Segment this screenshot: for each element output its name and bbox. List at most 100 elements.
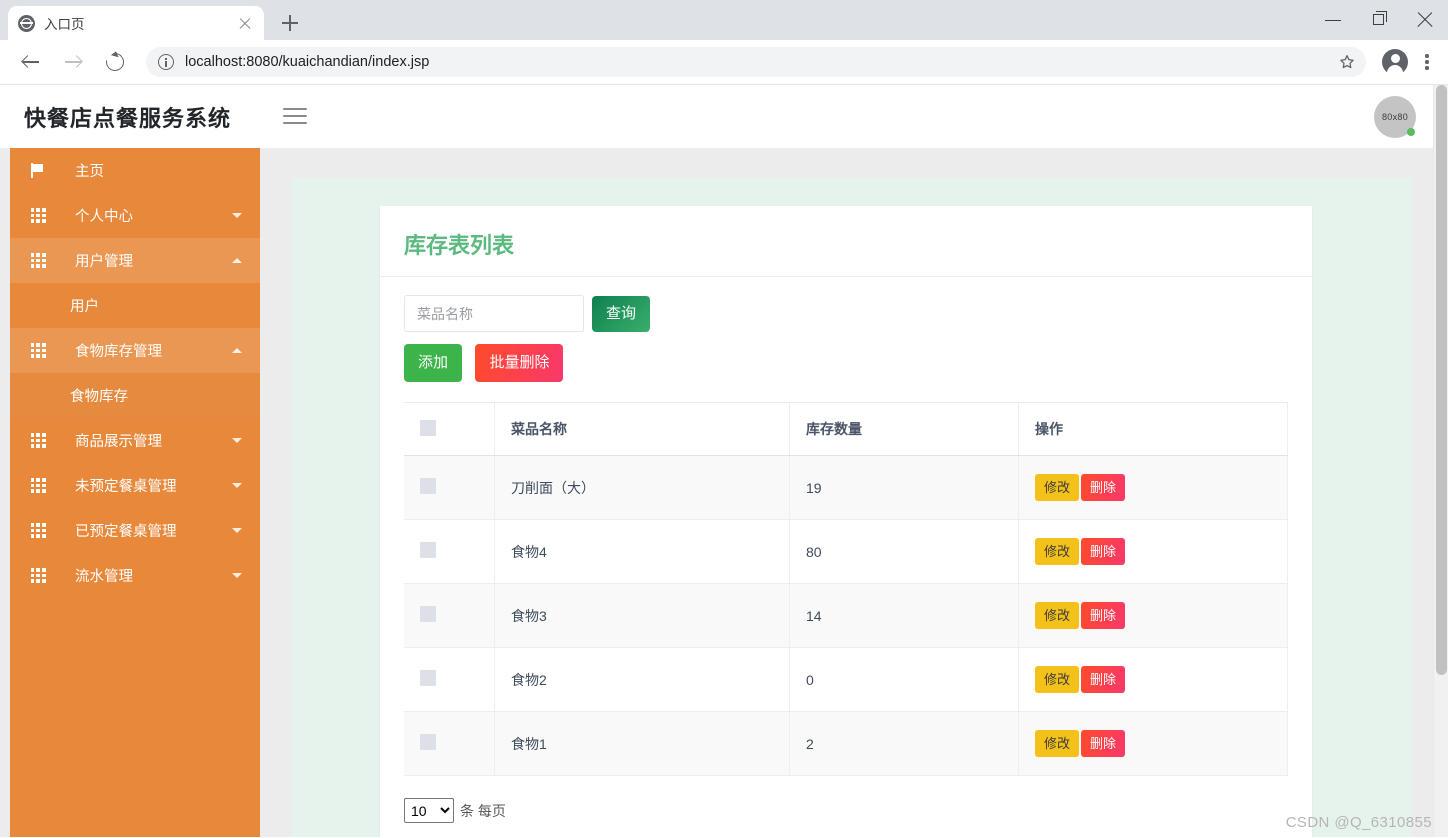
sidebar-subitem-user[interactable]: 用户 bbox=[10, 283, 260, 328]
sidebar-item-transaction-management[interactable]: 流水管理 bbox=[10, 553, 260, 598]
batch-delete-button[interactable]: 批量删除 bbox=[475, 344, 564, 382]
address-bar[interactable]: localhost:8080/kuaichandian/index.jsp bbox=[146, 47, 1366, 77]
table-header-actions: 操作 bbox=[1018, 402, 1288, 456]
sidebar-item-reserved-table-management[interactable]: 已预定餐桌管理 bbox=[10, 508, 260, 553]
sidebar-item-unreserved-table-management[interactable]: 未预定餐桌管理 bbox=[10, 463, 260, 508]
table-row: 食物1 2 修改 删除 bbox=[404, 711, 1288, 776]
edit-button[interactable]: 修改 bbox=[1035, 602, 1080, 629]
minimize-icon[interactable] bbox=[1310, 0, 1356, 40]
row-quantity-cell: 0 bbox=[789, 647, 1019, 712]
chevron-down-icon bbox=[232, 573, 242, 578]
globe-icon bbox=[18, 14, 35, 32]
table-head: 菜品名称 库存数量 操作 bbox=[404, 402, 1288, 456]
left-gutter bbox=[0, 148, 10, 837]
table-row: 食物3 14 修改 删除 bbox=[404, 583, 1288, 648]
pagination: 1 bbox=[380, 823, 1312, 837]
action-row: 添加 批量删除 bbox=[404, 332, 1288, 382]
watermark: CSDN @Q_6310855 bbox=[1285, 814, 1432, 831]
table-body: 刀削面（大） 19 修改 删除 食物4 80 修改 删除 食物3 14 修改 删… bbox=[404, 455, 1288, 776]
edit-button[interactable]: 修改 bbox=[1035, 474, 1080, 501]
row-actions-cell: 修改 删除 bbox=[1018, 519, 1288, 584]
sidebar-item-label: 用户管理 bbox=[75, 254, 133, 270]
row-checkbox[interactable] bbox=[420, 606, 436, 622]
row-quantity-cell: 14 bbox=[789, 583, 1019, 648]
table-row: 刀削面（大） 19 修改 删除 bbox=[404, 455, 1288, 520]
table-header-quantity: 库存数量 bbox=[789, 402, 1019, 456]
delete-button[interactable]: 删除 bbox=[1081, 666, 1126, 693]
scrollbar-thumb[interactable] bbox=[1436, 85, 1447, 675]
page-body: 主页 个人中心 用户管理 用户 食物库存管理 食物库存 商品展示管理 未预定餐桌… bbox=[0, 148, 1448, 837]
edit-button[interactable]: 修改 bbox=[1035, 538, 1080, 565]
row-checkbox[interactable] bbox=[420, 734, 436, 750]
flag-icon bbox=[28, 162, 48, 180]
edit-button[interactable]: 修改 bbox=[1035, 730, 1080, 757]
search-button[interactable]: 查询 bbox=[592, 295, 651, 332]
row-quantity-cell: 19 bbox=[789, 455, 1019, 520]
delete-button[interactable]: 删除 bbox=[1081, 474, 1126, 501]
row-name-cell: 刀削面（大） bbox=[494, 455, 790, 520]
add-button[interactable]: 添加 bbox=[404, 344, 463, 382]
chevron-up-icon bbox=[232, 348, 242, 353]
url-text: localhost:8080/kuaichandian/index.jsp bbox=[185, 54, 430, 70]
grid-icon bbox=[28, 252, 48, 270]
sidebar-subitem-label: 用户 bbox=[70, 299, 99, 315]
restore-icon[interactable] bbox=[1356, 0, 1402, 40]
row-checkbox[interactable] bbox=[420, 542, 436, 558]
sidebar-item-product-display-management[interactable]: 商品展示管理 bbox=[10, 418, 260, 463]
reload-button[interactable] bbox=[98, 45, 132, 79]
forward-button[interactable] bbox=[56, 45, 90, 79]
tab-strip: 入口页 bbox=[0, 0, 1448, 40]
three-dot-menu-icon[interactable] bbox=[1416, 49, 1438, 75]
content-panel: 库存表列表 查询 添加 批量删除 bbox=[292, 178, 1412, 837]
status-badge bbox=[1407, 128, 1415, 136]
row-quantity-cell: 80 bbox=[789, 519, 1019, 584]
sidebar-item-personal-center[interactable]: 个人中心 bbox=[10, 193, 260, 238]
inventory-card: 库存表列表 查询 添加 批量删除 bbox=[380, 206, 1312, 837]
sidebar-subitem-food-stock[interactable]: 食物库存 bbox=[10, 373, 260, 418]
page-size-select[interactable]: 10 20 50 100 bbox=[404, 798, 454, 823]
sidebar-item-label: 流水管理 bbox=[75, 569, 133, 585]
row-name-cell: 食物3 bbox=[494, 583, 790, 648]
search-row: 查询 bbox=[404, 295, 1288, 332]
delete-button[interactable]: 删除 bbox=[1081, 730, 1126, 757]
chevron-down-icon bbox=[232, 528, 242, 533]
row-checkbox[interactable] bbox=[420, 478, 436, 494]
close-window-icon[interactable] bbox=[1402, 0, 1448, 40]
table-footer: 10 20 50 100 条 每页 bbox=[380, 776, 1312, 823]
page-title: 快餐店点餐服务系统 bbox=[24, 105, 232, 131]
chevron-up-icon bbox=[232, 258, 242, 263]
close-icon[interactable] bbox=[236, 14, 254, 32]
row-actions-cell: 修改 删除 bbox=[1018, 711, 1288, 776]
edit-button[interactable]: 修改 bbox=[1035, 666, 1080, 693]
delete-button[interactable]: 删除 bbox=[1081, 602, 1126, 629]
grid-icon bbox=[28, 432, 48, 450]
back-button[interactable] bbox=[14, 45, 48, 79]
app-header: 快餐店点餐服务系统 80x80 bbox=[0, 85, 1448, 148]
new-tab-button[interactable] bbox=[276, 9, 304, 37]
sidebar-item-label: 食物库存管理 bbox=[75, 344, 162, 360]
star-icon[interactable] bbox=[1338, 53, 1356, 71]
tab-title: 入口页 bbox=[44, 17, 85, 32]
sidebar-item-food-stock-management[interactable]: 食物库存管理 bbox=[10, 328, 260, 373]
row-checkbox[interactable] bbox=[420, 670, 436, 686]
row-name-cell: 食物4 bbox=[494, 519, 790, 584]
profile-icon[interactable] bbox=[1382, 49, 1408, 76]
browser-tab[interactable]: 入口页 bbox=[8, 6, 264, 40]
avatar[interactable]: 80x80 bbox=[1374, 96, 1416, 138]
sidebar-subitem-label: 食物库存 bbox=[70, 389, 128, 405]
sidebar-item-user-management[interactable]: 用户管理 bbox=[10, 238, 260, 283]
per-page-label: 条 每页 bbox=[460, 802, 506, 819]
delete-button[interactable]: 删除 bbox=[1081, 538, 1126, 565]
reload-icon bbox=[102, 49, 128, 75]
page-scrollbar[interactable] bbox=[1433, 85, 1448, 837]
chevron-down-icon bbox=[232, 438, 242, 443]
inventory-table: 菜品名称 库存数量 操作 刀削面（大） 19 修改 删除 食物4 80 修改 删… bbox=[404, 402, 1288, 776]
row-actions-cell: 修改 删除 bbox=[1018, 455, 1288, 520]
sidebar-item-home[interactable]: 主页 bbox=[10, 148, 260, 193]
grid-icon bbox=[28, 207, 48, 225]
select-all-checkbox[interactable] bbox=[420, 419, 436, 436]
site-info-icon[interactable] bbox=[158, 54, 174, 70]
chevron-down-icon bbox=[232, 483, 242, 488]
hamburger-icon[interactable] bbox=[283, 107, 308, 126]
search-input[interactable] bbox=[404, 295, 584, 332]
